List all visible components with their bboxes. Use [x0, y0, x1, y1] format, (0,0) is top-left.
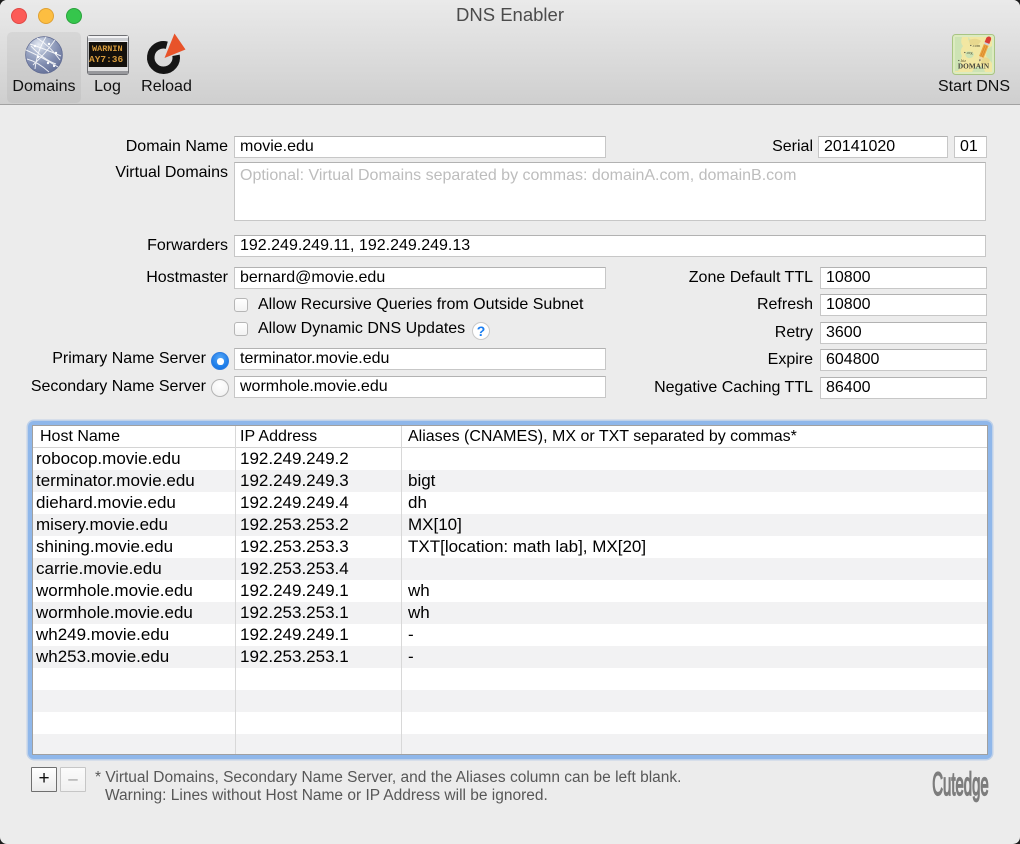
svg-text:.org: .org [966, 50, 973, 55]
svg-text:WARNIN: WARNIN [92, 44, 123, 54]
svg-text:.com: .com [972, 43, 981, 48]
svg-text:Cutedge: Cutedge [932, 767, 988, 803]
svg-text:AY7:36: AY7:36 [89, 54, 124, 65]
svg-text:DOMAIN: DOMAIN [958, 62, 990, 71]
